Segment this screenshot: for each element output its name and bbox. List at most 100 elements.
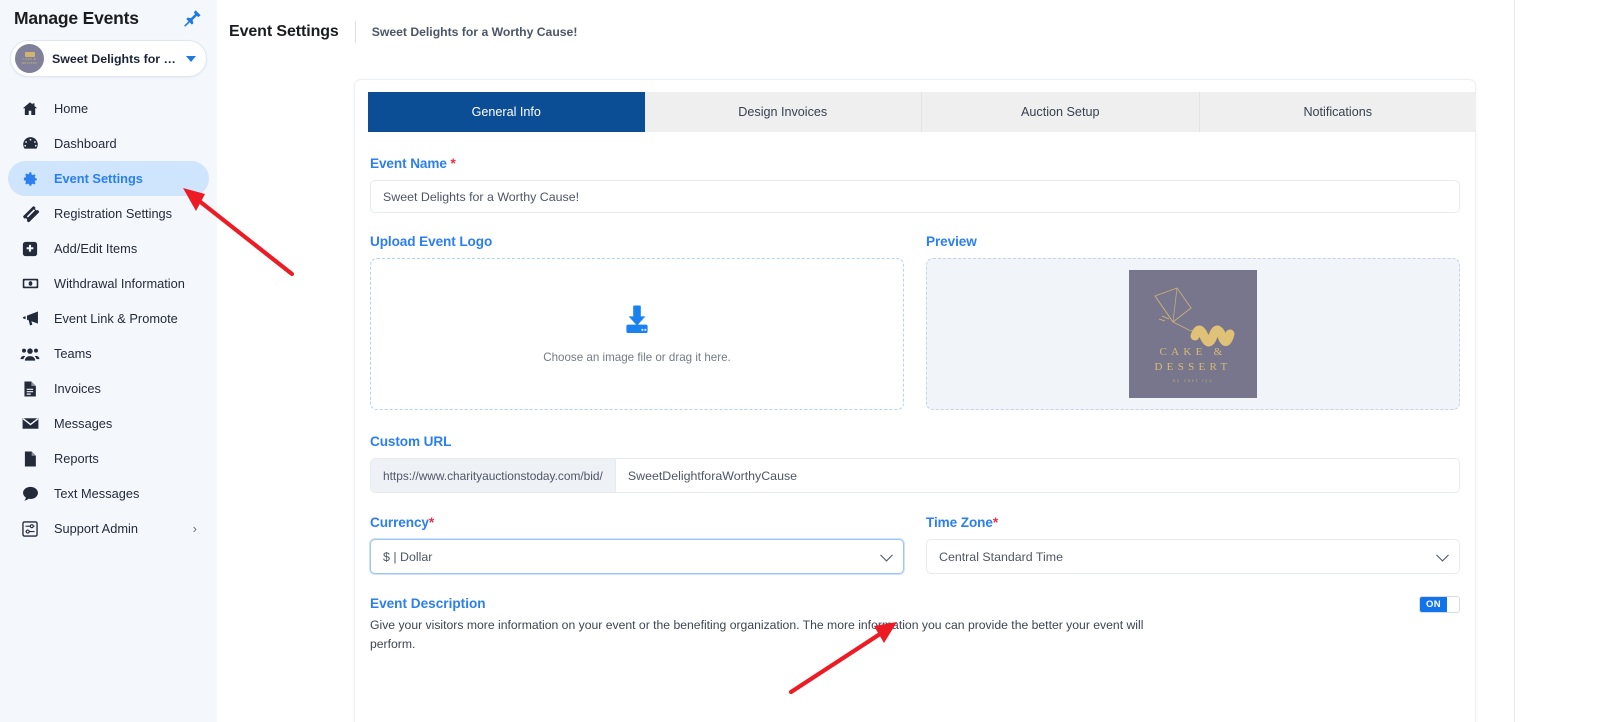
currency-select-value: $ | Dollar [383, 549, 433, 564]
sidebar-item-text-messages[interactable]: Text Messages [8, 476, 209, 511]
pin-icon[interactable] [183, 8, 203, 28]
people-icon [20, 344, 40, 364]
sidebar-item-label: Teams [54, 346, 92, 361]
sidebar-item-dashboard[interactable]: Dashboard [8, 126, 209, 161]
ticket-icon [20, 204, 40, 224]
sidebar-item-support-admin[interactable]: Support Admin › [8, 511, 209, 546]
sidebar-item-home[interactable]: Home [8, 91, 209, 126]
custom-url-input[interactable] [615, 459, 1459, 492]
time-zone-label: Time Zone* [926, 515, 999, 530]
sidebar-item-label: Withdrawal Information [54, 276, 185, 291]
sidebar-item-withdrawal-information[interactable]: Withdrawal Information [8, 266, 209, 301]
custom-url-label: Custom URL [370, 434, 452, 449]
invoice-icon [20, 379, 40, 399]
required-asterisk: * [992, 515, 999, 530]
sidebar-nav: Home Dashboard Event Settings Registrati… [0, 91, 217, 546]
sidebar-item-label: Event Settings [54, 171, 143, 186]
time-zone-select[interactable]: Central Standard Time [926, 539, 1460, 574]
sidebar-title: Manage Events [14, 7, 139, 28]
breadcrumb: Sweet Delights for a Worthy Cause! [371, 25, 578, 39]
currency-label: Currency* [370, 515, 435, 530]
dashboard-icon [20, 134, 40, 154]
chevron-right-icon: › [192, 521, 197, 536]
sidebar-item-reports[interactable]: Reports [8, 441, 209, 476]
app-root: Manage Events CAKE & DESSERT Sweet Delig… [0, 0, 1600, 722]
sidebar-item-label: Event Link & Promote [54, 311, 178, 326]
sidebar-item-label: Text Messages [54, 486, 140, 501]
main-content: Event Settings Sweet Delights for a Wort… [217, 0, 1600, 722]
logo-preview-box: CAKE & DESSERT by chef ryo [926, 258, 1460, 410]
chevron-down-icon [880, 548, 893, 562]
page-title: Event Settings [229, 23, 339, 40]
sidebar-item-label: Invoices [54, 381, 101, 396]
sidebar-item-label: Messages [54, 416, 113, 431]
logo-text-line2: DESSERT [1154, 361, 1232, 374]
tab-auction-setup[interactable]: Auction Setup [922, 92, 1200, 132]
locale-row: Currency* $ | Dollar Time Zone* Central … [370, 515, 1460, 574]
sidebar-item-label: Home [54, 101, 89, 116]
preview-label: Preview [926, 234, 977, 249]
sidebar-item-event-link-promote[interactable]: Event Link & Promote [8, 301, 209, 336]
logo-row: Upload Event Logo Choose an image file o… [370, 234, 1460, 410]
dropzone-text: Choose an image file or drag it here. [543, 351, 731, 364]
upload-logo-label: Upload Event Logo [370, 234, 493, 249]
sidebar-item-label: Registration Settings [54, 206, 173, 221]
field-event-name: Event Name * [370, 156, 1460, 213]
required-asterisk: * [450, 156, 456, 171]
sidebar-item-invoices[interactable]: Invoices [8, 371, 209, 406]
document-icon [20, 449, 40, 469]
field-custom-url: Custom URL https://www.charityauctionsto… [370, 434, 1460, 493]
upload-logo-group: Upload Event Logo Choose an image file o… [370, 234, 904, 410]
currency-select[interactable]: $ | Dollar [370, 539, 904, 574]
sidebar-header: Manage Events [0, 0, 217, 32]
field-time-zone: Time Zone* Central Standard Time [926, 515, 1460, 574]
event-name-label: Event Name * [370, 156, 456, 171]
event-description-help: Give your visitors more information on y… [370, 618, 1144, 651]
logo-text-line3: by chef ryo [1172, 379, 1214, 384]
sidebar-item-label: Dashboard [54, 136, 117, 151]
chat-bubble-icon [20, 484, 40, 504]
download-tray-icon [620, 304, 654, 341]
event-name-input[interactable] [370, 180, 1460, 213]
sidebar-item-teams[interactable]: Teams [8, 336, 209, 371]
avatar: CAKE & DESSERT [15, 44, 44, 73]
megaphone-icon [20, 309, 40, 329]
logo-dropzone[interactable]: Choose an image file or drag it here. [370, 258, 904, 410]
piping-bag-illustration [1154, 287, 1235, 347]
time-zone-select-value: Central Standard Time [939, 549, 1063, 564]
sidebar-item-label: Reports [54, 451, 99, 466]
sidebar-item-label: Support Admin [54, 521, 138, 536]
event-description-toggle[interactable]: ON [1419, 596, 1460, 613]
gear-icon [20, 169, 40, 189]
field-event-description: Event Description Give your visitors mor… [370, 596, 1460, 654]
toggle-knob [1447, 597, 1459, 612]
sidebar-item-registration-settings[interactable]: Registration Settings [8, 196, 209, 231]
tab-general-info[interactable]: General Info [368, 92, 645, 132]
tab-design-invoices[interactable]: Design Invoices [644, 92, 922, 132]
page-header: Event Settings Sweet Delights for a Wort… [217, 0, 1514, 46]
page-surface: Event Settings Sweet Delights for a Wort… [217, 0, 1515, 722]
sliders-icon [20, 519, 40, 539]
custom-url-wrapper: https://www.charityauctionstoday.com/bid… [370, 458, 1460, 493]
header-divider [354, 21, 356, 43]
event-selector-label: Sweet Delights for a ... [52, 51, 178, 66]
sidebar-item-label: Add/Edit Items [54, 241, 138, 256]
event-selector[interactable]: CAKE & DESSERT Sweet Delights for a ... [10, 40, 207, 77]
sidebar: Manage Events CAKE & DESSERT Sweet Delig… [0, 0, 217, 722]
sidebar-item-add-edit-items[interactable]: Add/Edit Items [8, 231, 209, 266]
custom-url-prefix: https://www.charityauctionstoday.com/bid… [371, 459, 616, 492]
sidebar-item-messages[interactable]: Messages [8, 406, 209, 441]
event-description-label: Event Description [370, 596, 486, 611]
plus-square-icon [20, 239, 40, 259]
sidebar-item-event-settings[interactable]: Event Settings [8, 161, 209, 196]
tab-notifications[interactable]: Notifications [1199, 92, 1475, 132]
required-asterisk: * [428, 515, 435, 530]
tab-bar: General Info Design Invoices Auction Set… [368, 92, 1475, 132]
envelope-icon [20, 414, 40, 434]
chevron-down-icon [186, 55, 196, 62]
money-icon [20, 274, 40, 294]
field-currency: Currency* $ | Dollar [370, 515, 904, 574]
event-logo-image: CAKE & DESSERT by chef ryo [1129, 270, 1257, 398]
preview-group: Preview CAKE & DESSERT by chef ryo [926, 234, 1460, 410]
chevron-down-icon [1436, 548, 1449, 562]
